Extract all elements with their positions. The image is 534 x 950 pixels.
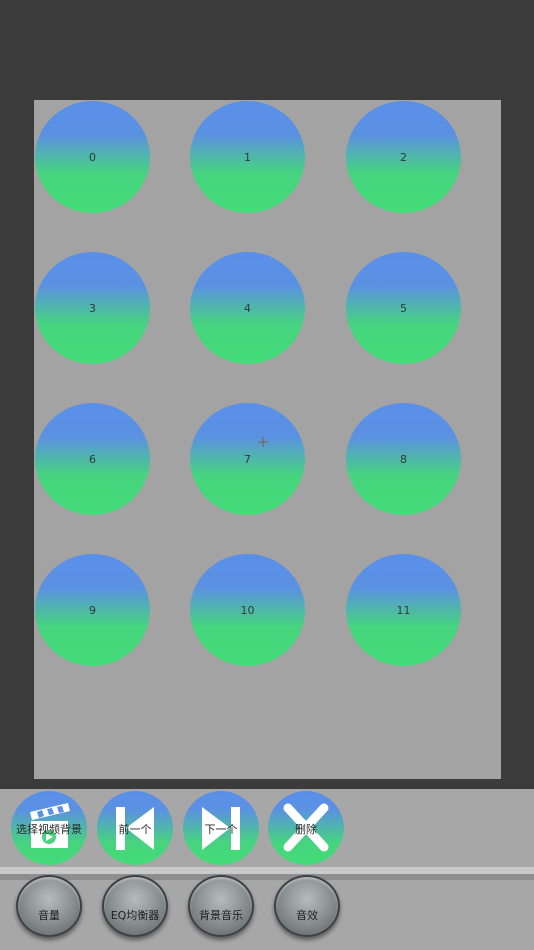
pad-9[interactable]: 9	[35, 554, 150, 666]
pad-5[interactable]: 5	[346, 252, 461, 364]
sound-effect-label: 音效	[296, 909, 318, 922]
divider	[0, 867, 534, 874]
crosshair-cursor-icon	[258, 437, 268, 447]
pad-0[interactable]: 0	[35, 101, 150, 213]
volume-button[interactable]: 音量	[16, 875, 82, 937]
pad-label: 1	[244, 150, 251, 164]
pad-label: 7	[244, 452, 251, 466]
background-music-button[interactable]: 背景音乐	[188, 875, 254, 937]
delete-label: 删除	[295, 823, 317, 836]
pad-8[interactable]: 8	[346, 403, 461, 515]
pad-label: 10	[240, 603, 255, 617]
pad-label: 0	[89, 150, 96, 164]
pad-label: 9	[89, 603, 96, 617]
pad-3[interactable]: 3	[35, 252, 150, 364]
eq-equalizer-button[interactable]: EQ均衡器	[102, 875, 168, 937]
background-music-label: 背景音乐	[199, 909, 243, 922]
pad-6[interactable]: 6	[35, 403, 150, 515]
bottom-control-bar: 音量 EQ均衡器 背景音乐 音效	[0, 875, 534, 950]
pad-label: 11	[396, 603, 411, 617]
sound-effect-button[interactable]: 音效	[274, 875, 340, 937]
action-toolbar: 选择视频背景 前一个 下一个 删除	[0, 789, 534, 867]
pad-label: 3	[89, 301, 96, 315]
next-button[interactable]: 下一个	[183, 791, 259, 865]
pad-4[interactable]: 4	[190, 252, 305, 364]
app-screen: 0 1 2 3 4 5 6 7 8 9 10 11 选择视频背景 前一个 下一个…	[0, 0, 534, 950]
next-label: 下一个	[204, 823, 238, 836]
pad-label: 8	[400, 452, 407, 466]
pad-1[interactable]: 1	[190, 101, 305, 213]
select-video-background-button[interactable]: 选择视频背景	[11, 791, 87, 865]
pad-label: 6	[89, 452, 96, 466]
volume-label: 音量	[38, 909, 60, 922]
eq-equalizer-label: EQ均衡器	[110, 909, 160, 922]
pad-7[interactable]: 7	[190, 403, 305, 515]
pad-2[interactable]: 2	[346, 101, 461, 213]
pad-10[interactable]: 10	[190, 554, 305, 666]
delete-button[interactable]: 删除	[268, 791, 344, 865]
pad-11[interactable]: 11	[346, 554, 461, 666]
pad-label: 4	[244, 301, 251, 315]
previous-button[interactable]: 前一个	[97, 791, 173, 865]
previous-label: 前一个	[118, 823, 152, 836]
pad-label: 5	[400, 301, 407, 315]
pad-label: 2	[400, 150, 407, 164]
select-video-background-label: 选择视频背景	[16, 823, 82, 836]
